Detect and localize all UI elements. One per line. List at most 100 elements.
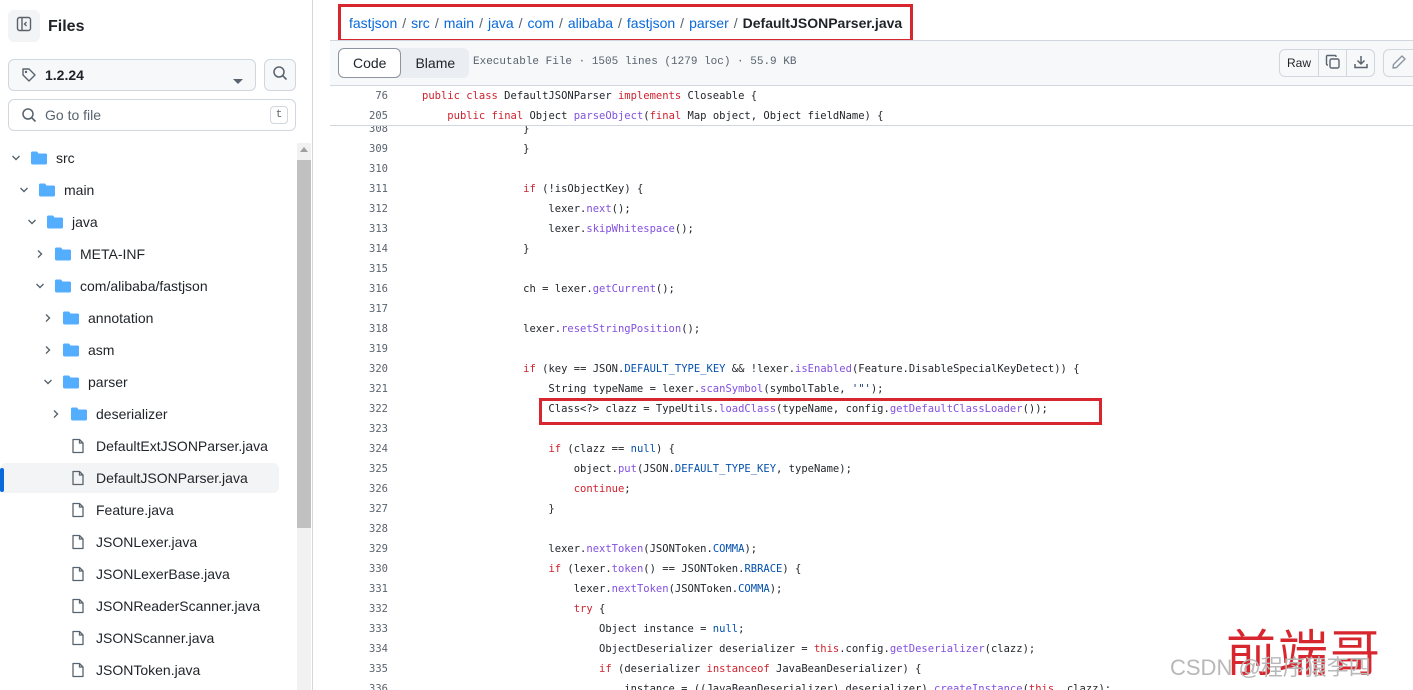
chevron-right-icon[interactable] [40,310,56,326]
breadcrumb-link[interactable]: src [411,15,430,31]
breadcrumb-link[interactable]: fastjson [627,15,675,31]
breadcrumb-separator: / [618,15,622,31]
line-number[interactable]: 319 [330,343,388,355]
tree-folder-asm[interactable]: asm [0,335,279,365]
tree-folder-deserializer[interactable]: deserializer [0,399,279,429]
line-number[interactable]: 311 [330,183,388,195]
breadcrumb-separator: / [733,15,738,31]
line-number[interactable]: 335 [330,663,388,675]
chevron-down-icon [233,72,243,88]
tree-file-jsonlexer-java[interactable]: JSONLexer.java [0,527,279,557]
tree-file-feature-java[interactable]: Feature.java [0,495,279,525]
line-number[interactable]: 333 [330,623,388,635]
tab-blame[interactable]: Blame [401,48,469,78]
copy-icon [1325,54,1341,73]
tree-file-defaultjsonparser-java[interactable]: DefaultJSONParser.java [0,463,279,493]
view-mode-tabs: Code Blame [338,48,470,78]
line-number[interactable]: 334 [330,643,388,655]
line-number[interactable]: 331 [330,583,388,595]
line-number[interactable]: 310 [330,163,388,175]
branch-selector[interactable]: 1.2.24 [8,59,256,91]
tree-item-label: META-INF [80,246,146,262]
file-actions: Raw [1279,49,1413,77]
tree-folder-main[interactable]: main [0,175,279,205]
chevron-down-icon[interactable] [24,214,40,230]
chevron-down-icon[interactable] [16,182,32,198]
sidebar-header: Files [0,0,313,56]
line-number[interactable]: 324 [330,443,388,455]
line-number[interactable]: 315 [330,263,388,275]
tree-file-jsonreaderscanner-java[interactable]: JSONReaderScanner.java [0,591,279,621]
code-line: 313 lexer.skipWhitespace(); [330,219,1413,239]
line-number[interactable]: 326 [330,483,388,495]
line-number[interactable]: 312 [330,203,388,215]
collapse-sidebar-button[interactable] [8,10,40,42]
line-number[interactable]: 321 [330,383,388,395]
line-number[interactable]: 313 [330,223,388,235]
tree-file-defaultextjsonparser-java[interactable]: DefaultExtJSONParser.java [0,431,279,461]
chevron-right-icon[interactable] [40,342,56,358]
line-number[interactable]: 205 [330,110,388,122]
raw-button[interactable]: Raw [1279,49,1319,77]
chevron-right-icon[interactable] [32,246,48,262]
sidebar-panel-icon [16,16,32,37]
tree-folder-java[interactable]: java [0,207,279,237]
line-number[interactable]: 325 [330,463,388,475]
copy-raw-button[interactable] [1319,49,1347,77]
code-line: 330 if (lexer.token() == JSONToken.RBRAC… [330,559,1413,579]
line-number[interactable]: 328 [330,523,388,535]
line-number[interactable]: 316 [330,283,388,295]
tree-folder-com-alibaba-fastjson[interactable]: com/alibaba/fastjson [0,271,279,301]
tree-item-label: src [56,150,75,166]
code-text: public final Object parseObject(final Ma… [447,110,884,122]
chevron-down-icon[interactable] [8,150,24,166]
tree-file-jsontoken-java[interactable]: JSONToken.java [0,655,279,685]
line-number[interactable]: 318 [330,323,388,335]
tree-folder-meta-inf[interactable]: META-INF [0,239,279,269]
tree-item-label: asm [88,342,115,358]
go-to-file-input[interactable]: Go to file t [8,99,296,131]
scroll-up-arrow-icon[interactable] [300,147,308,152]
line-number[interactable]: 76 [330,90,388,102]
tree-item-label: Feature.java [96,502,174,518]
tree-file-jsonscanner-java[interactable]: JSONScanner.java [0,623,279,653]
download-button[interactable] [1347,49,1375,77]
chevron-right-icon[interactable] [48,406,64,422]
search-button[interactable] [264,59,296,91]
edit-file-button[interactable] [1383,49,1413,77]
code-text: lexer.skipWhitespace(); [422,223,694,235]
tree-folder-annotation[interactable]: annotation [0,303,279,333]
breadcrumb-link[interactable]: com [528,15,554,31]
breadcrumb-separator: / [518,15,523,31]
keyboard-shortcut-badge: t [270,106,288,124]
line-number[interactable]: 327 [330,503,388,515]
line-number[interactable]: 323 [330,423,388,435]
breadcrumb-link[interactable]: alibaba [568,15,613,31]
line-number[interactable]: 322 [330,403,388,415]
tree-folder-src[interactable]: src [0,143,279,173]
line-number[interactable]: 330 [330,563,388,575]
line-number[interactable]: 314 [330,243,388,255]
chevron-down-icon[interactable] [32,278,48,294]
tree-folder-parser[interactable]: parser [0,367,279,397]
line-number[interactable]: 320 [330,363,388,375]
tab-code[interactable]: Code [338,48,402,78]
line-number[interactable]: 309 [330,143,388,155]
tree-item-label: deserializer [96,406,168,422]
breadcrumb-link[interactable]: parser [689,15,729,31]
tree-scrollbar-thumb[interactable] [297,160,311,528]
file-icon [70,662,88,678]
breadcrumb-repo-link[interactable]: fastjson [349,15,397,31]
breadcrumb-link[interactable]: main [444,15,474,31]
code-text: Object instance = null; [422,623,745,635]
file-icon [70,502,88,518]
tree-file-jsonlexerbase-java[interactable]: JSONLexerBase.java [0,559,279,589]
chevron-down-icon[interactable] [40,374,56,390]
folder-icon [62,374,80,390]
line-number[interactable]: 329 [330,543,388,555]
line-number[interactable]: 332 [330,603,388,615]
breadcrumb-link[interactable]: java [488,15,514,31]
line-number[interactable]: 336 [330,683,388,690]
line-number[interactable]: 317 [330,303,388,315]
